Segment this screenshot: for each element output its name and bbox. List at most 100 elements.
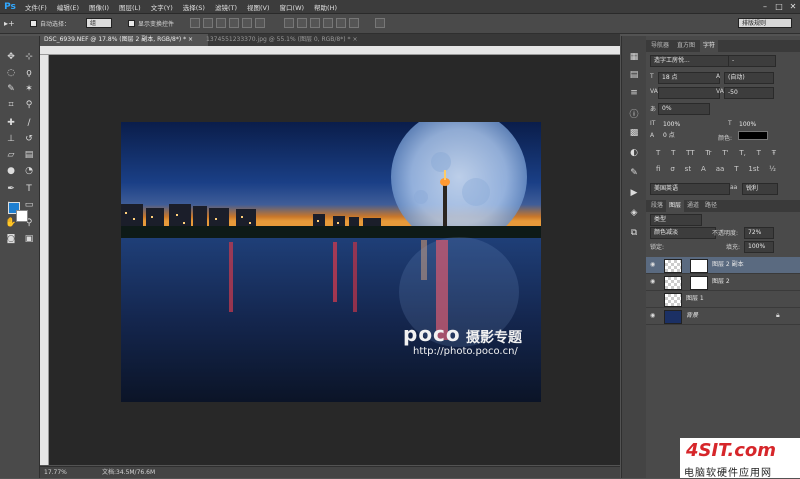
- faux-bold-button[interactable]: T: [656, 149, 660, 159]
- font-style-select[interactable]: -: [728, 55, 776, 67]
- small-caps-button[interactable]: Tr: [705, 149, 711, 159]
- quick-select-tool-icon[interactable]: ✎: [4, 82, 18, 96]
- horizontal-scale-field[interactable]: 100%: [736, 120, 780, 130]
- screen-mode-icon[interactable]: ▣: [22, 232, 36, 246]
- auto-select-checkbox[interactable]: [30, 20, 37, 27]
- marquee-tool-icon[interactable]: ◌: [4, 66, 18, 80]
- type-tool-icon[interactable]: T: [22, 182, 36, 196]
- zoom-level[interactable]: 17.77%: [44, 467, 67, 478]
- ruler-horizontal[interactable]: [40, 46, 620, 55]
- all-caps-button[interactable]: TT: [686, 149, 694, 159]
- layer-row-layer2-copy[interactable]: ◉ 图层 2 副本: [646, 257, 800, 274]
- lasso-tool-icon[interactable]: ϙ: [22, 66, 36, 80]
- tracking-field[interactable]: -50: [724, 87, 774, 99]
- layer-row-layer1[interactable]: 图层 1: [646, 291, 800, 308]
- tab-paragraph[interactable]: 段落: [648, 200, 666, 212]
- layer-row-layer2[interactable]: ◉ 图层 2: [646, 274, 800, 291]
- clone-source-icon[interactable]: ⧉: [627, 226, 641, 240]
- font-family-select[interactable]: 造字工房悦...: [650, 55, 732, 67]
- tab-character[interactable]: 字符: [700, 40, 719, 52]
- adjustments-panel-icon[interactable]: ◐: [627, 146, 641, 160]
- document-image[interactable]: poco 摄影专题 http://photo.poco.cn/: [121, 122, 541, 402]
- tab-close-icon[interactable]: ×: [188, 36, 193, 43]
- tab-channels[interactable]: 通道: [684, 200, 702, 212]
- menu-view[interactable]: 视图(V): [242, 2, 275, 12]
- blur-tool-icon[interactable]: ●: [4, 164, 18, 178]
- strikethrough-button[interactable]: Ŧ: [772, 149, 776, 159]
- auto-select-dropdown[interactable]: 组: [86, 18, 112, 28]
- eraser-tool-icon[interactable]: ▱: [4, 148, 18, 162]
- discretionary-ligature-button[interactable]: st: [685, 165, 691, 175]
- distribute-left-icon[interactable]: [323, 18, 333, 28]
- kerning-field[interactable]: [658, 87, 720, 99]
- play-icon[interactable]: ▶: [627, 186, 641, 200]
- layer-mask-thumbnail[interactable]: [690, 276, 708, 290]
- distribute-top-icon[interactable]: [284, 18, 294, 28]
- menu-help[interactable]: 帮助(H): [309, 2, 342, 12]
- distribute-vcenter-icon[interactable]: [297, 18, 307, 28]
- tab-dsc-6939[interactable]: DSC_6939.NEF @ 17.8% (图层 2 副本, RGB/8*) *…: [40, 34, 208, 46]
- layer-name[interactable]: 背景: [686, 308, 698, 324]
- properties-panel-icon[interactable]: ≡: [627, 86, 641, 100]
- tab-layers[interactable]: 图层: [666, 200, 685, 212]
- visibility-eye-hidden-icon[interactable]: [650, 295, 658, 303]
- align-vcenter-icon[interactable]: [203, 18, 213, 28]
- superscript-button[interactable]: T': [722, 149, 728, 159]
- tab-paths[interactable]: 路径: [702, 200, 720, 212]
- titling-alt-button[interactable]: T: [734, 165, 738, 175]
- tab-histogram[interactable]: 直方图: [674, 40, 698, 52]
- swatches-panel-icon[interactable]: ▩: [627, 126, 641, 140]
- subscript-button[interactable]: T,: [739, 149, 746, 159]
- baseline-field[interactable]: 0 点: [660, 131, 718, 141]
- brush-panel-icon[interactable]: ✎: [627, 166, 641, 180]
- auto-align-icon[interactable]: [375, 18, 385, 28]
- menu-window[interactable]: 窗口(W): [275, 2, 310, 12]
- tab-close-icon[interactable]: ×: [352, 36, 357, 43]
- layer-name[interactable]: 图层 1: [686, 291, 704, 307]
- workspace-dropdown[interactable]: 排版规则: [738, 18, 792, 28]
- history-brush-icon[interactable]: ↺: [22, 132, 36, 146]
- info-panel-icon[interactable]: ⓘ: [627, 106, 641, 120]
- menu-file[interactable]: 文件(F): [20, 2, 52, 12]
- layer-row-background[interactable]: ◉ 背景 🔒︎: [646, 308, 800, 325]
- tsume-field[interactable]: 0%: [658, 103, 710, 115]
- maximize-icon[interactable]: □: [772, 0, 786, 14]
- contextual-alt-button[interactable]: σ: [670, 165, 674, 175]
- crop-tool-icon[interactable]: ⌗: [4, 98, 18, 112]
- menu-select[interactable]: 选择(S): [178, 2, 210, 12]
- move-tool-icon[interactable]: ✥: [4, 50, 18, 64]
- font-size-field[interactable]: 18 点: [658, 72, 720, 84]
- artboard-tool-icon[interactable]: ⊹: [22, 50, 36, 64]
- styles-panel-icon[interactable]: ◈: [627, 206, 641, 220]
- magic-wand-icon[interactable]: ✶: [22, 82, 36, 96]
- visibility-eye-icon[interactable]: ◉: [650, 278, 658, 286]
- fill-field[interactable]: 100%: [744, 241, 774, 253]
- menu-type[interactable]: 文字(Y): [146, 2, 178, 12]
- swash-button[interactable]: A: [701, 165, 706, 175]
- distribute-bottom-icon[interactable]: [310, 18, 320, 28]
- layer-name[interactable]: 图层 2 副本: [712, 257, 744, 273]
- text-color-swatch[interactable]: [738, 131, 768, 140]
- menu-edit[interactable]: 编辑(E): [52, 2, 84, 12]
- eyedropper-tool-icon[interactable]: ⚲: [22, 98, 36, 112]
- stylistic-alt-button[interactable]: aa: [716, 165, 725, 175]
- vertical-scale-field[interactable]: 100%: [660, 120, 718, 130]
- tab-1374551233370[interactable]: 1374551233370.jpg @ 55.1% (图层 0, RGB/8*)…: [202, 34, 380, 46]
- language-select[interactable]: 美国英语: [650, 183, 730, 195]
- faux-italic-button[interactable]: T: [671, 149, 675, 159]
- opacity-field[interactable]: 72%: [744, 227, 774, 239]
- layer-filter-select[interactable]: 类型: [650, 214, 702, 226]
- show-transform-checkbox[interactable]: [128, 20, 135, 27]
- clone-stamp-icon[interactable]: ⊥: [4, 132, 18, 146]
- menu-image[interactable]: 图像(I): [84, 2, 114, 12]
- brush-tool-icon[interactable]: ∕: [22, 116, 36, 130]
- align-hcenter-icon[interactable]: [242, 18, 252, 28]
- gradient-tool-icon[interactable]: ▤: [22, 148, 36, 162]
- tab-navigator[interactable]: 导航器: [648, 40, 672, 52]
- pen-tool-icon[interactable]: ✒: [4, 182, 18, 196]
- underline-button[interactable]: T: [757, 149, 761, 159]
- healing-brush-icon[interactable]: ✚: [4, 116, 18, 130]
- background-color-swatch[interactable]: [16, 210, 28, 222]
- move-tool-icon[interactable]: ▸+: [4, 19, 15, 28]
- fractions-button[interactable]: ½: [769, 165, 776, 175]
